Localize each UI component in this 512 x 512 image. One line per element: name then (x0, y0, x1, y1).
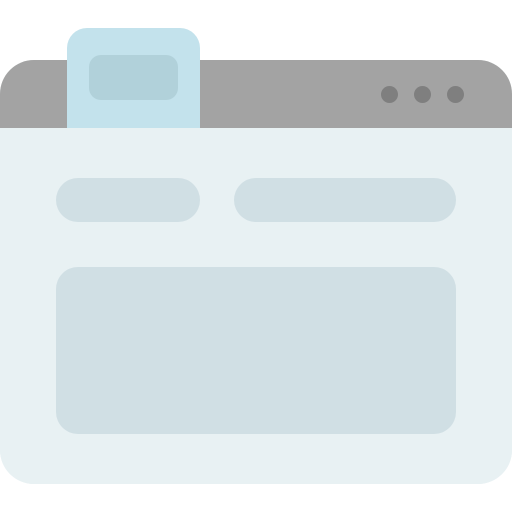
window-control-dot[interactable] (381, 86, 398, 103)
window-control-dot[interactable] (414, 86, 431, 103)
main-content-panel (56, 267, 456, 434)
left-field-placeholder[interactable] (56, 178, 200, 222)
tab-icon (89, 55, 178, 100)
right-field-placeholder[interactable] (234, 178, 456, 222)
active-tab[interactable] (67, 28, 200, 128)
window-control-dot[interactable] (447, 86, 464, 103)
